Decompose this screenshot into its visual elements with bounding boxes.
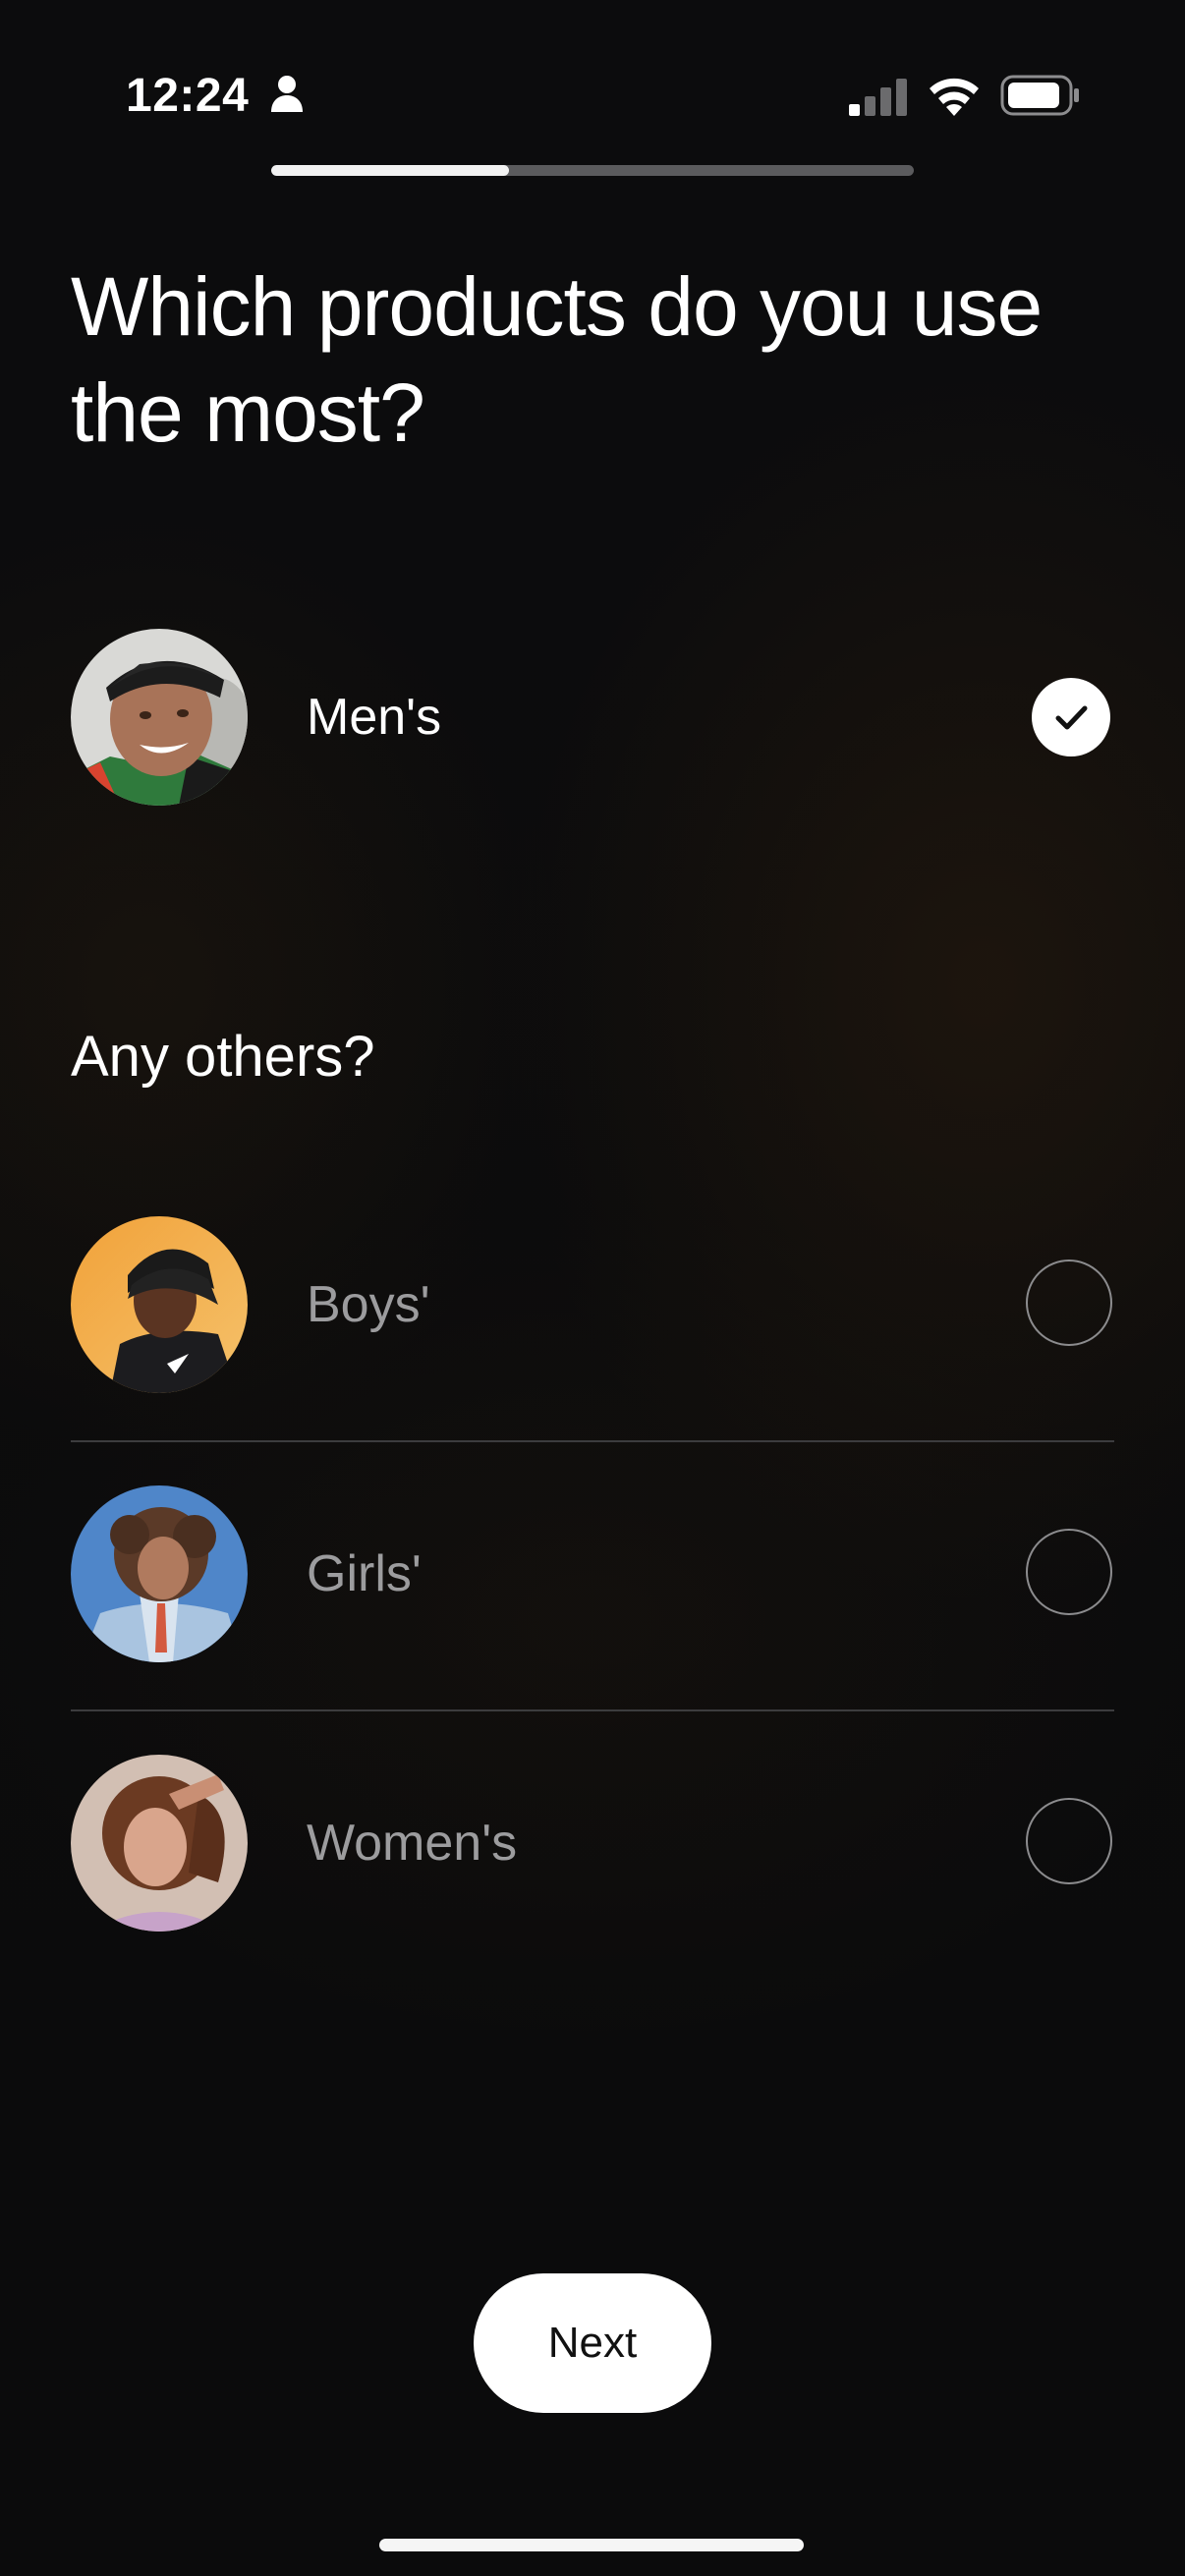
- home-indicator[interactable]: [379, 2539, 804, 2551]
- section-title-others: Any others?: [71, 1025, 375, 1089]
- next-button[interactable]: Next: [474, 2273, 711, 2413]
- mens-avatar-image: [71, 629, 248, 806]
- womens-radio-button[interactable]: [1026, 1798, 1112, 1884]
- option-label-girls: Girls': [307, 1545, 422, 1602]
- person-icon: [271, 76, 303, 112]
- checkmark-icon: [1055, 705, 1088, 730]
- selected-check-button[interactable]: [1032, 678, 1110, 756]
- option-label-womens: Women's: [307, 1815, 518, 1872]
- option-womens[interactable]: Women's: [71, 1755, 1114, 1932]
- cellular-signal-icon: [849, 79, 907, 116]
- wifi-icon: [930, 78, 979, 116]
- womens-avatar-image: [71, 1755, 248, 1932]
- option-label-boys: Boys': [307, 1276, 430, 1333]
- progress-fill: [271, 165, 509, 176]
- onboarding-screen: 12:24 Which products do you use the most…: [0, 0, 1185, 2576]
- option-boys[interactable]: Boys': [71, 1216, 1114, 1393]
- boys-avatar-image: [71, 1216, 248, 1393]
- status-time: 12:24: [126, 70, 250, 122]
- option-label-mens: Men's: [307, 689, 442, 746]
- battery-icon: [1000, 75, 1079, 116]
- option-girls[interactable]: Girls': [71, 1485, 1114, 1662]
- boys-radio-button[interactable]: [1026, 1260, 1112, 1346]
- divider: [71, 1440, 1114, 1442]
- onboarding-progress-bar: [271, 165, 914, 176]
- girls-radio-button[interactable]: [1026, 1529, 1112, 1615]
- girls-avatar-image: [71, 1485, 248, 1662]
- divider: [71, 1709, 1114, 1711]
- page-title: Which products do you use the most?: [71, 260, 1043, 459]
- option-mens[interactable]: Men's: [71, 629, 1114, 806]
